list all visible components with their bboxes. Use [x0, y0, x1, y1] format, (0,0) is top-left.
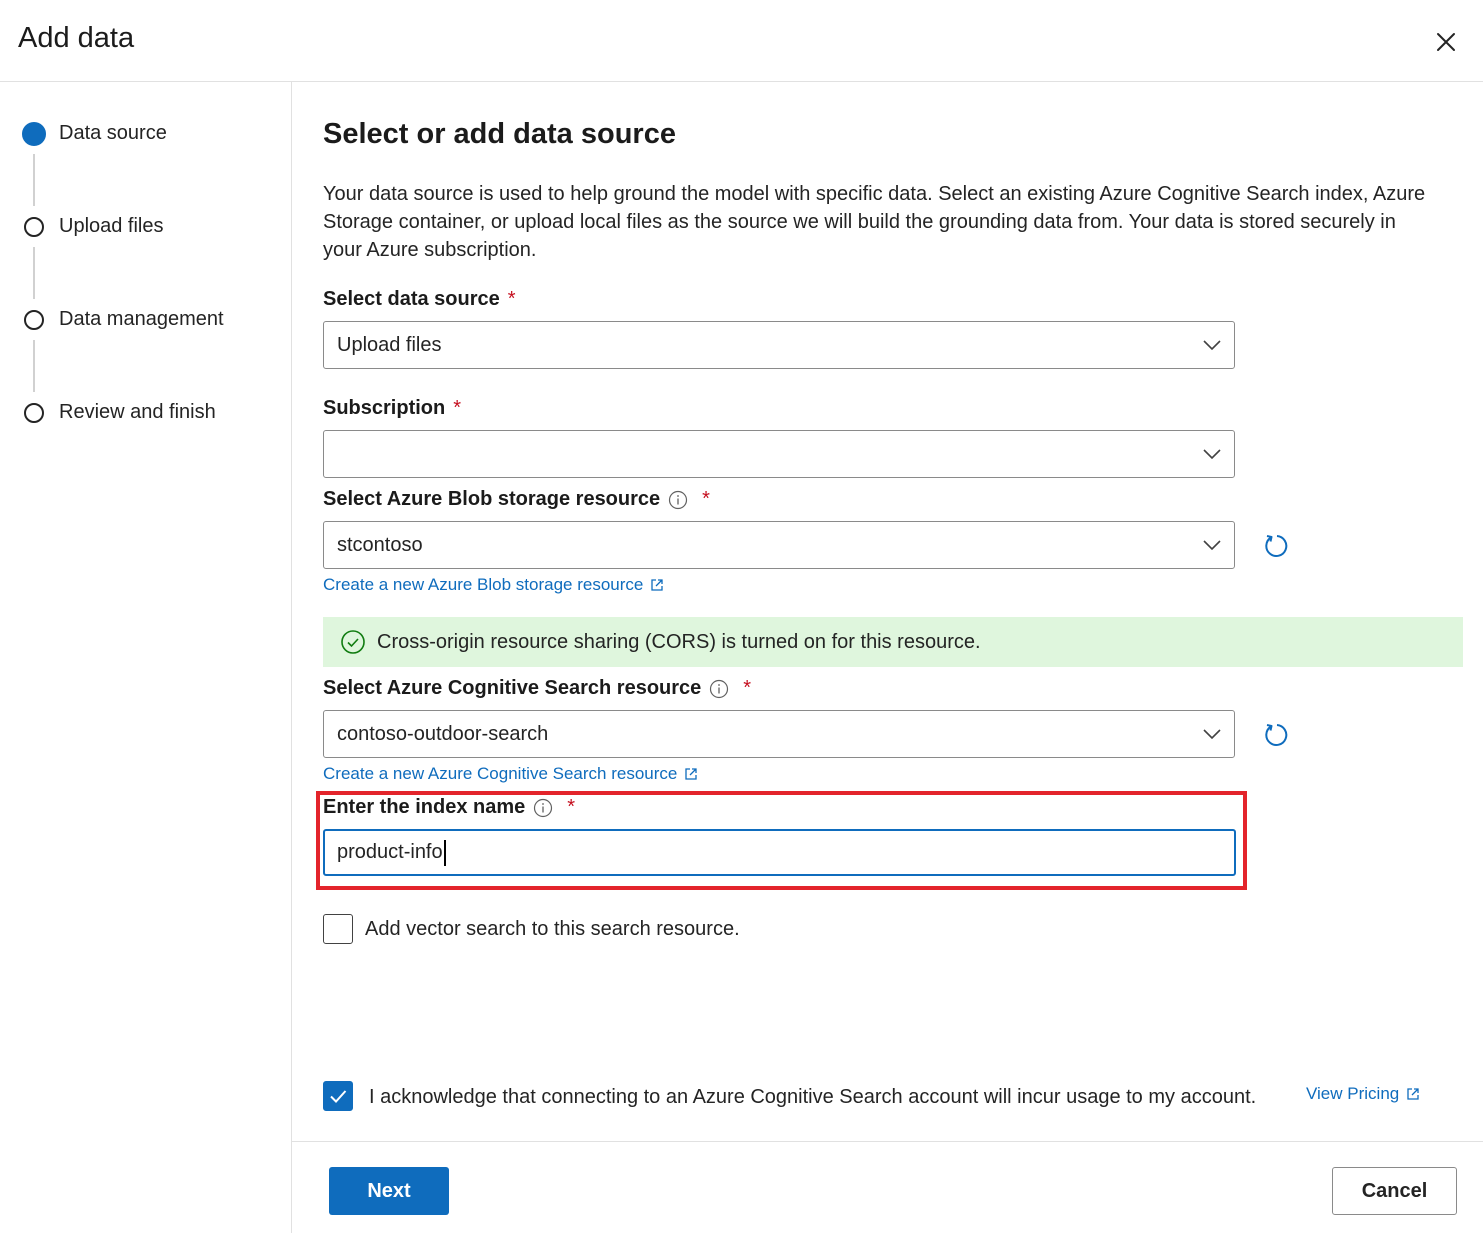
input-value: product-info: [337, 841, 443, 863]
label-text: Select Azure Cognitive Search resource: [323, 677, 702, 699]
step-indicator: [24, 217, 44, 237]
blob-storage-label: Select Azure Blob storage resource *: [323, 488, 710, 511]
link-text: Create a new Azure Cognitive Search reso…: [323, 764, 678, 783]
text-caret: [443, 839, 446, 866]
chevron-down-icon: [1203, 540, 1221, 551]
step-active-indicator: [22, 122, 46, 146]
label-text: Select data source: [323, 288, 500, 310]
add-data-dialog: Add data Data source Upload files Data m…: [0, 0, 1483, 1233]
step-connector: [33, 247, 35, 299]
required-marker: *: [453, 397, 462, 419]
refresh-icon[interactable]: [1263, 532, 1291, 560]
external-link-icon: [1407, 1088, 1419, 1100]
page-title: Select or add data source: [323, 118, 676, 150]
info-icon[interactable]: [668, 490, 688, 510]
step-indicator: [24, 403, 44, 423]
step-indicator: [24, 310, 44, 330]
chevron-down-icon: [1203, 449, 1221, 460]
external-link-icon: [685, 768, 698, 780]
dialog-header: Add data: [0, 0, 1483, 82]
chevron-down-icon: [1203, 729, 1221, 740]
required-marker: *: [507, 288, 516, 310]
dialog-title: Add data: [18, 22, 135, 54]
required-marker: *: [743, 677, 752, 699]
create-cognitive-search-link[interactable]: Create a new Azure Cognitive Search reso…: [323, 764, 698, 784]
cognitive-search-label: Select Azure Cognitive Search resource *: [323, 677, 751, 700]
required-marker: *: [567, 796, 576, 818]
success-check-icon: [341, 630, 365, 654]
data-source-select[interactable]: Upload files: [323, 321, 1235, 369]
link-text: Create a new Azure Blob storage resource: [323, 575, 644, 594]
cors-success-banner: Cross-origin resource sharing (CORS) is …: [323, 617, 1463, 667]
step-connector: [33, 154, 35, 206]
close-button[interactable]: [1430, 26, 1462, 58]
select-value: Upload files: [337, 334, 442, 356]
step-label: Data source: [59, 122, 167, 144]
select-value: stcontoso: [337, 534, 423, 556]
acknowledge-checkbox[interactable]: [323, 1081, 353, 1111]
info-icon[interactable]: [709, 679, 729, 699]
refresh-icon[interactable]: [1263, 721, 1291, 749]
next-button[interactable]: Next: [329, 1167, 449, 1215]
index-name-label: Enter the index name *: [323, 796, 575, 819]
subscription-select[interactable]: [323, 430, 1235, 478]
step-label: Data management: [59, 308, 224, 330]
index-name-input[interactable]: product-info: [323, 829, 1236, 876]
external-link-icon: [651, 579, 663, 591]
wizard-steps: Data source Upload files Data management…: [0, 82, 292, 1233]
create-blob-storage-link[interactable]: Create a new Azure Blob storage resource: [323, 575, 664, 595]
checkmark-icon: [330, 1090, 347, 1103]
vector-search-label: Add vector search to this search resourc…: [365, 918, 740, 940]
vector-search-checkbox[interactable]: [323, 914, 353, 944]
step-connector: [33, 340, 35, 392]
close-icon: [1437, 33, 1455, 51]
info-icon[interactable]: [533, 798, 553, 818]
cognitive-search-select[interactable]: contoso-outdoor-search: [323, 710, 1235, 758]
blob-storage-select[interactable]: stcontoso: [323, 521, 1235, 569]
label-text: Enter the index name: [323, 796, 526, 818]
footer-divider: [292, 1141, 1483, 1142]
required-marker: *: [702, 488, 710, 510]
cancel-button[interactable]: Cancel: [1332, 1167, 1457, 1215]
step-label: Review and finish: [59, 401, 216, 423]
chevron-down-icon: [1203, 340, 1221, 351]
acknowledge-label: I acknowledge that connecting to an Azur…: [369, 1086, 1257, 1108]
subscription-label: Subscription *: [323, 397, 461, 420]
banner-text: Cross-origin resource sharing (CORS) is …: [377, 630, 981, 653]
view-pricing-link[interactable]: View Pricing: [1306, 1084, 1420, 1104]
step-label: Upload files: [59, 215, 164, 237]
link-text: View Pricing: [1306, 1084, 1400, 1103]
data-source-label: Select data source *: [323, 288, 516, 311]
label-text: Subscription: [323, 397, 446, 419]
description: Your data source is used to help ground …: [323, 183, 1426, 261]
label-text: Select Azure Blob storage resource: [323, 488, 661, 510]
select-value: contoso-outdoor-search: [337, 723, 549, 745]
